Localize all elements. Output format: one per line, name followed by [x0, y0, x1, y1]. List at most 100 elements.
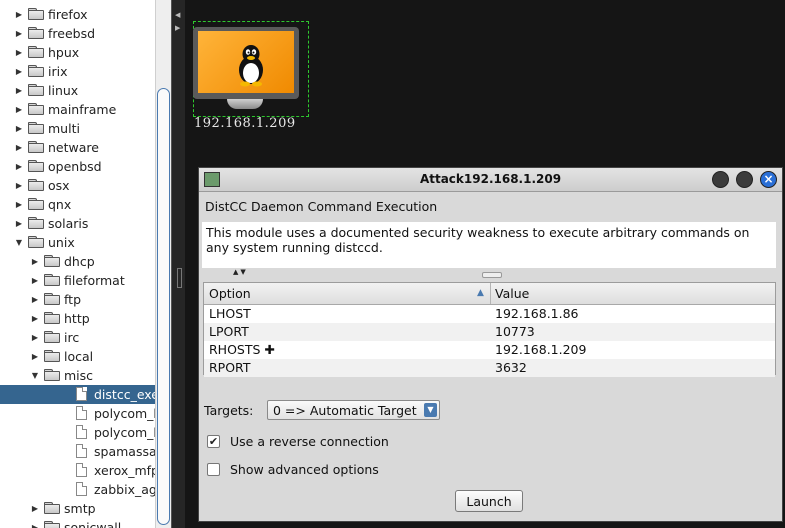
tree-folder-item[interactable]: ▶ openbsd	[0, 157, 155, 176]
attack-dialog: Attack192.168.1.209 × DistCC Daemon Comm…	[198, 167, 783, 522]
tree-item-label: local	[64, 349, 94, 364]
dialog-titlebar[interactable]: Attack192.168.1.209 ×	[199, 168, 782, 192]
collapsed-arrow-icon[interactable]: ▶	[30, 499, 40, 518]
tree-file-item[interactable]: zabbix_agent	[0, 480, 171, 499]
collapsed-arrow-icon[interactable]: ▶	[14, 24, 24, 43]
collapsed-arrow-icon[interactable]: ▶	[14, 81, 24, 100]
advanced-options-label[interactable]: Show advanced options	[230, 462, 379, 477]
option-value[interactable]: 192.168.1.86	[495, 305, 579, 323]
folder-icon	[28, 160, 44, 172]
folder-icon	[28, 46, 44, 58]
collapsed-arrow-icon[interactable]: ▶	[30, 271, 40, 290]
tree-file-item[interactable]: distcc_exec	[0, 385, 166, 404]
option-value[interactable]: 10773	[495, 323, 535, 341]
tree-folder-item[interactable]: ▶ firefox	[0, 5, 155, 24]
folder-icon	[28, 141, 44, 153]
advanced-options-checkbox[interactable]	[207, 463, 220, 476]
tree-folder-item[interactable]: ▶ hpux	[0, 43, 155, 62]
folder-icon	[28, 122, 44, 134]
tree-folder-item[interactable]: ▶ smtp	[0, 499, 155, 518]
column-header-option[interactable]: Option	[209, 286, 251, 301]
tree-folder-item[interactable]: ▼ misc	[0, 366, 155, 385]
tree-folder-item[interactable]: ▶ ftp	[0, 290, 155, 309]
collapsed-arrow-icon[interactable]: ▶	[14, 5, 24, 24]
column-separator[interactable]	[490, 283, 491, 304]
collapsed-arrow-icon[interactable]: ▶	[14, 138, 24, 157]
collapsed-arrow-icon[interactable]: ▶	[14, 62, 24, 81]
collapsed-arrow-icon[interactable]: ▶	[30, 309, 40, 328]
tree-folder-item[interactable]: ▶ osx	[0, 176, 155, 195]
collapsed-arrow-icon[interactable]: ▶	[14, 157, 24, 176]
tree-folder-item[interactable]: ▶ mainframe	[0, 100, 155, 119]
tree-folder-item[interactable]: ▶ solaris	[0, 214, 155, 233]
table-row[interactable]: RHOSTS ✚ 192.168.1.209	[204, 341, 775, 359]
tree-file-item[interactable]: xerox_mfp	[0, 461, 159, 480]
collapsed-arrow-icon[interactable]: ▶	[30, 252, 40, 271]
tree-file-item[interactable]: polycom_hdx	[0, 423, 171, 442]
collapsed-arrow-icon[interactable]: ▶	[14, 100, 24, 119]
splitter-grip[interactable]	[177, 268, 182, 288]
tree-scrollbar-thumb[interactable]	[157, 88, 170, 525]
table-row[interactable]: LHOST 192.168.1.86	[204, 305, 775, 323]
expanded-arrow-icon[interactable]: ▼	[30, 366, 40, 385]
collapsed-arrow-icon[interactable]: ▶	[14, 176, 24, 195]
tree-folder-item[interactable]: ▶ irix	[0, 62, 155, 81]
option-value[interactable]: 192.168.1.209	[495, 341, 586, 359]
reverse-connection-checkbox[interactable]: ✔	[207, 435, 220, 448]
tree-file-item[interactable]: spamassassin	[0, 442, 171, 461]
host-node[interactable]	[193, 21, 309, 117]
expanded-arrow-icon[interactable]: ▼	[14, 233, 24, 252]
close-button[interactable]: ×	[760, 171, 777, 188]
tree-folder-item[interactable]: ▶ netware	[0, 138, 155, 157]
launch-button[interactable]: Launch	[455, 490, 523, 512]
tree-file-item[interactable]: polycom_hdx	[0, 404, 171, 423]
tree-scrollbar[interactable]	[155, 0, 171, 528]
folder-icon	[44, 293, 60, 305]
table-row[interactable]: LPORT 10773	[204, 323, 775, 341]
collapsed-arrow-icon[interactable]: ▶	[14, 214, 24, 233]
table-row[interactable]: RPORT 3632	[204, 359, 775, 377]
chevron-down-icon[interactable]: ▼	[424, 403, 437, 417]
tree-folder-item[interactable]: ▶ local	[0, 347, 155, 366]
reverse-connection-label[interactable]: Use a reverse connection	[230, 434, 389, 449]
folder-icon	[44, 255, 60, 267]
tree-item-label: hpux	[48, 45, 80, 60]
collapsed-arrow-icon[interactable]: ▶	[30, 290, 40, 309]
option-name: RHOSTS	[209, 342, 261, 357]
tree-folder-item[interactable]: ▶ dhcp	[0, 252, 155, 271]
monitor-stand	[227, 99, 263, 109]
tree-folder-item[interactable]: ▶ irc	[0, 328, 155, 347]
collapse-right-arrow-icon[interactable]: ▶	[175, 24, 180, 32]
column-header-value[interactable]: Value	[495, 286, 529, 301]
collapsed-arrow-icon[interactable]: ▶	[30, 518, 40, 528]
dialog-title: Attack192.168.1.209	[419, 172, 562, 186]
collapsed-arrow-icon[interactable]: ▶	[30, 347, 40, 366]
tree-folder-item[interactable]: ▶ fileformat	[0, 271, 155, 290]
maximize-button[interactable]	[736, 171, 753, 188]
collapsed-arrow-icon[interactable]: ▶	[14, 195, 24, 214]
collapsed-arrow-icon[interactable]: ▶	[30, 328, 40, 347]
tree-item-label: linux	[48, 83, 79, 98]
collapsed-arrow-icon[interactable]: ▶	[14, 119, 24, 138]
tree-item-label: xerox_mfp	[94, 463, 159, 478]
divider-arrows-icon[interactable]: ▲▼	[233, 268, 248, 276]
tree-folder-item[interactable]: ▶ sonicwall	[0, 518, 155, 528]
pane-splitter[interactable]: ◀ ▶	[171, 0, 185, 528]
tree-folder-item[interactable]: ▶ linux	[0, 81, 155, 100]
tree-folder-item[interactable]: ▶ http	[0, 309, 155, 328]
collapse-left-arrow-icon[interactable]: ◀	[175, 11, 180, 19]
targets-select[interactable]: 0 => Automatic Target ▼	[267, 400, 440, 420]
linux-penguin-icon	[239, 45, 263, 87]
tree-folder-item[interactable]: ▶ multi	[0, 119, 155, 138]
divider-knob[interactable]	[482, 272, 502, 278]
required-plus-icon: ✚	[264, 342, 275, 357]
tree-folder-item[interactable]: ▼ unix	[0, 233, 155, 252]
collapsed-arrow-icon[interactable]: ▶	[14, 43, 24, 62]
minimize-button[interactable]	[712, 171, 729, 188]
option-value[interactable]: 3632	[495, 359, 527, 377]
tree-folder-item[interactable]: ▶ qnx	[0, 195, 155, 214]
file-icon	[76, 444, 87, 458]
tree-folder-item[interactable]: ▶ freebsd	[0, 24, 155, 43]
sort-ascending-icon[interactable]: ▲	[477, 288, 484, 298]
split-divider[interactable]: ▲▼	[202, 268, 776, 278]
